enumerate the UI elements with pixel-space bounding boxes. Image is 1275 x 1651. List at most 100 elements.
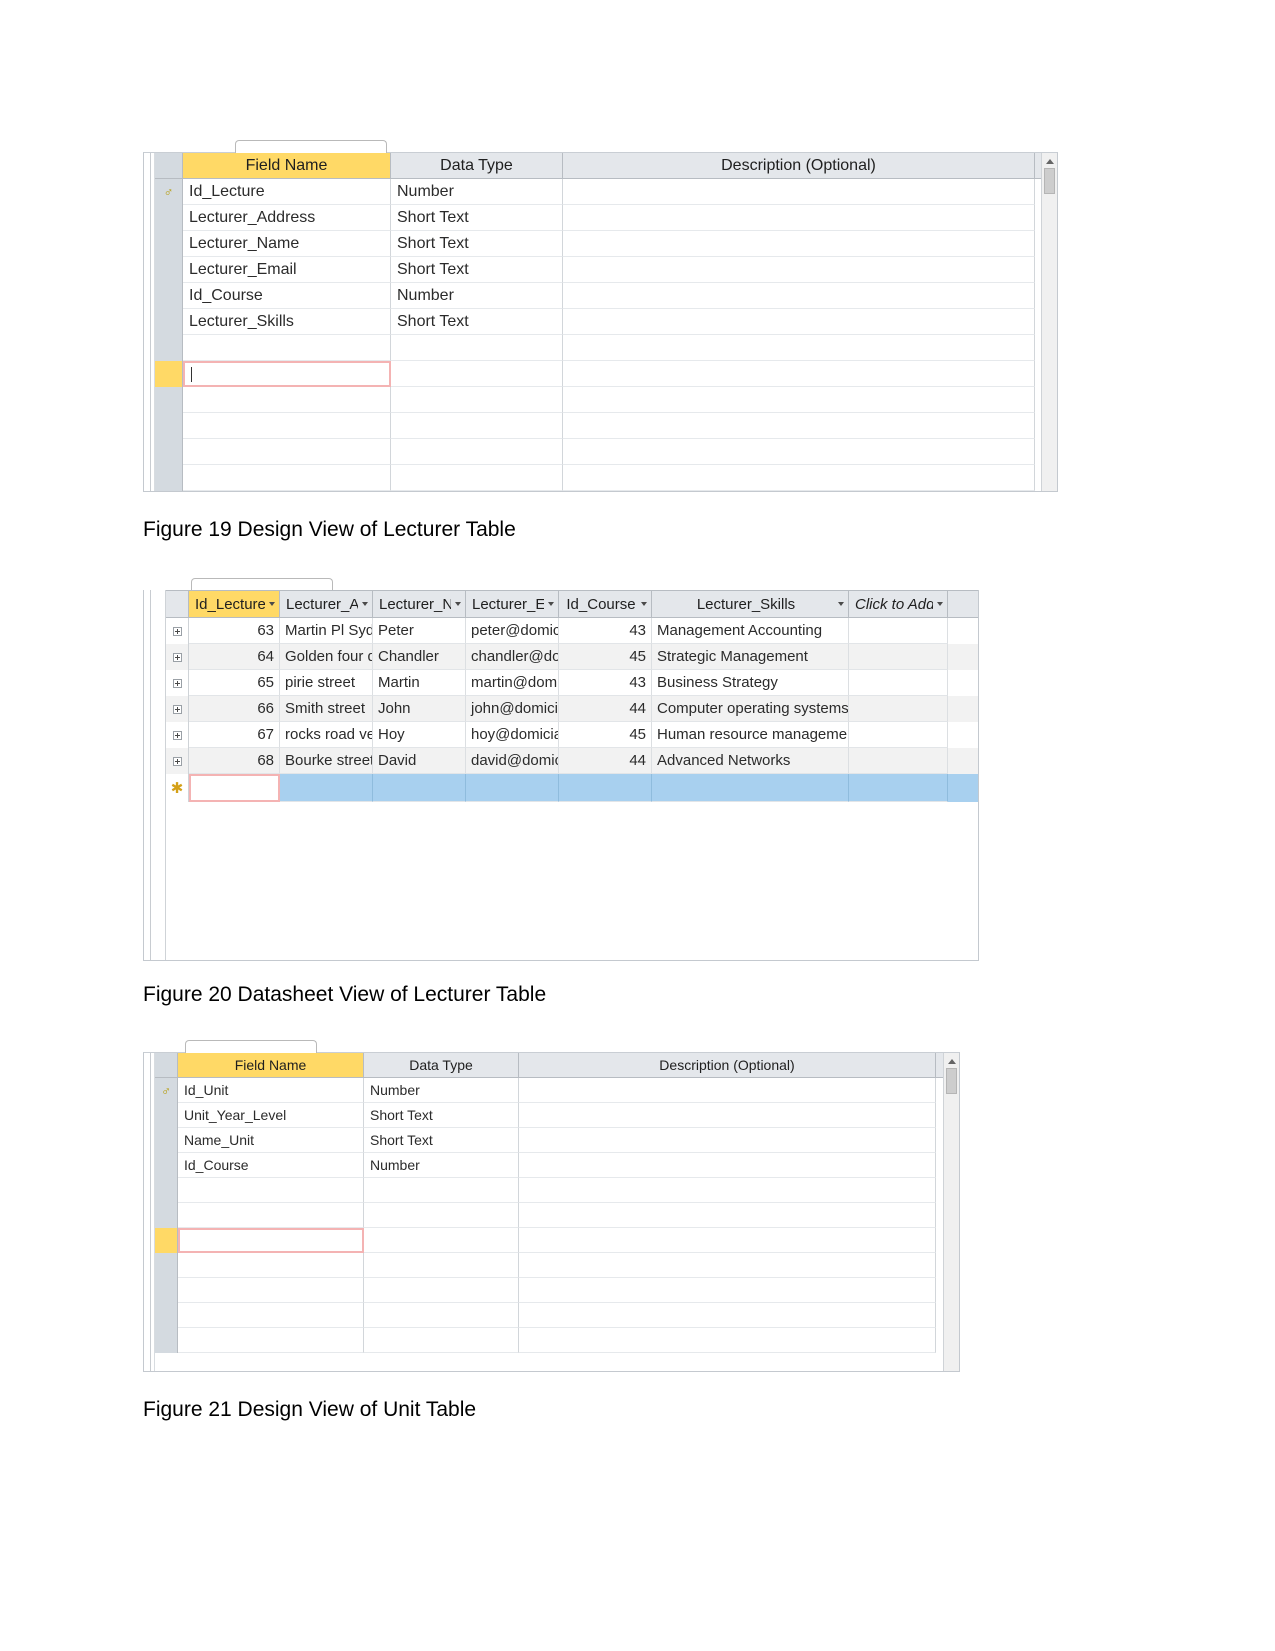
column-header-click-to-add[interactable]: Click to Add xyxy=(849,591,948,617)
design-field-row[interactable]: Lecturer_Address Short Text xyxy=(155,205,1041,232)
data-type-cell[interactable]: Number xyxy=(391,283,563,310)
row-selector[interactable] xyxy=(155,231,183,258)
cell-id-lecture[interactable]: 64 xyxy=(189,644,280,670)
new-record-row[interactable]: ✱ xyxy=(166,774,978,802)
design-empty-row[interactable] xyxy=(155,1303,943,1328)
row-selector[interactable] xyxy=(155,1178,178,1203)
column-header-description[interactable]: Description (Optional) xyxy=(519,1053,936,1077)
field-name-cell[interactable]: Id_Lecture xyxy=(183,179,391,206)
data-type-cell[interactable]: Short Text xyxy=(391,309,563,336)
data-type-cell[interactable] xyxy=(364,1278,519,1303)
row-selector[interactable] xyxy=(155,1253,178,1278)
description-cell[interactable] xyxy=(563,179,1035,206)
cell-lecturer-email[interactable]: david@domici xyxy=(466,748,559,774)
scroll-thumb[interactable] xyxy=(1044,168,1055,194)
field-name-cell[interactable]: Unit_Year_Level xyxy=(178,1103,364,1128)
table-row[interactable]: 68 Bourke street David david@domici 44 A… xyxy=(166,748,978,774)
column-header-description[interactable]: Description (Optional) xyxy=(563,153,1035,179)
field-name-cell[interactable] xyxy=(178,1303,364,1328)
design-empty-row[interactable] xyxy=(155,1178,943,1203)
chevron-down-icon[interactable] xyxy=(362,602,368,606)
cell-id-course[interactable]: 44 xyxy=(559,748,652,774)
column-header-lecturer-skills[interactable]: Lecturer_Skills xyxy=(652,591,849,617)
design-empty-row[interactable] xyxy=(155,465,1041,492)
cell-lecturer-email[interactable]: peter@domici xyxy=(466,618,559,644)
cell-lecturer-skills[interactable]: Management Accounting xyxy=(652,618,849,644)
row-selector[interactable] xyxy=(155,1103,178,1128)
row-selector[interactable]: ♂ xyxy=(155,179,183,206)
cell-id-lecture[interactable]: 65 xyxy=(189,670,280,696)
description-cell[interactable] xyxy=(563,387,1035,414)
cell-id-course[interactable]: 45 xyxy=(559,722,652,748)
row-selector[interactable] xyxy=(155,439,183,466)
design-field-row[interactable]: Id_Course Number xyxy=(155,283,1041,310)
field-name-cell[interactable]: Lecturer_Skills xyxy=(183,309,391,336)
data-type-cell[interactable] xyxy=(364,1203,519,1228)
row-selector[interactable] xyxy=(155,1153,178,1178)
design-active-row[interactable] xyxy=(155,361,1041,388)
row-selector[interactable] xyxy=(166,748,189,774)
field-name-cell[interactable]: Id_Course xyxy=(183,283,391,310)
description-cell[interactable] xyxy=(519,1078,936,1103)
data-type-cell[interactable] xyxy=(391,387,563,414)
design-empty-row[interactable] xyxy=(155,439,1041,466)
data-type-cell[interactable]: Number xyxy=(364,1078,519,1103)
description-cell[interactable] xyxy=(563,257,1035,284)
row-selector-active[interactable] xyxy=(155,1228,178,1253)
design-active-row[interactable] xyxy=(155,1228,943,1253)
column-header-lecturer-email[interactable]: Lecturer_Em xyxy=(466,591,559,617)
field-name-cell[interactable]: Name_Unit xyxy=(178,1128,364,1153)
cell-id-course[interactable]: 43 xyxy=(559,618,652,644)
cell-lecturer-skills[interactable]: Human resource management xyxy=(652,722,849,748)
description-cell[interactable] xyxy=(563,465,1035,492)
description-cell[interactable] xyxy=(519,1328,936,1353)
data-type-cell[interactable]: Short Text xyxy=(364,1103,519,1128)
cell-click-to-add[interactable] xyxy=(849,722,948,748)
field-name-cell[interactable] xyxy=(178,1203,364,1228)
row-selector[interactable] xyxy=(155,1303,178,1328)
chevron-down-icon[interactable] xyxy=(641,602,647,606)
row-selector[interactable] xyxy=(155,413,183,440)
field-name-cell[interactable]: Lecturer_Address xyxy=(183,205,391,232)
design-empty-row[interactable] xyxy=(155,1203,943,1228)
design-field-row[interactable]: Lecturer_Email Short Text xyxy=(155,257,1041,284)
row-selector[interactable] xyxy=(155,335,183,362)
cell-lecturer-name[interactable]: Peter xyxy=(373,618,466,644)
description-cell[interactable] xyxy=(519,1228,936,1253)
design-field-row[interactable]: Id_Course Number xyxy=(155,1153,943,1178)
data-type-cell[interactable] xyxy=(364,1303,519,1328)
expand-row-icon[interactable] xyxy=(172,730,182,740)
description-cell[interactable] xyxy=(519,1278,936,1303)
chevron-down-icon[interactable] xyxy=(838,602,844,606)
description-cell[interactable] xyxy=(519,1103,936,1128)
data-type-cell[interactable]: Short Text xyxy=(391,231,563,258)
cell-lecturer-address[interactable]: Golden four dr xyxy=(280,644,373,670)
expand-row-icon[interactable] xyxy=(172,756,182,766)
description-cell[interactable] xyxy=(519,1128,936,1153)
column-header-id-course[interactable]: Id_Course xyxy=(559,591,652,617)
design-empty-row[interactable] xyxy=(155,413,1041,440)
cell-lecturer-name[interactable]: David xyxy=(373,748,466,774)
design-empty-row[interactable] xyxy=(155,1278,943,1303)
field-name-cell[interactable]: Id_Course xyxy=(178,1153,364,1178)
table-row[interactable]: 65 pirie street Martin martin@domic 43 B… xyxy=(166,670,978,696)
design-field-row[interactable]: ♂ Id_Unit Number xyxy=(155,1078,943,1103)
cell-lecturer-email[interactable]: chandler@dom xyxy=(466,644,559,670)
cell-lecturer-name[interactable]: John xyxy=(373,696,466,722)
table-row[interactable]: 63 Martin Pl Sydn Peter peter@domici 43 … xyxy=(166,618,978,644)
row-selector[interactable] xyxy=(166,696,189,722)
cell-id-lecture[interactable]: 66 xyxy=(189,696,280,722)
design-field-row[interactable]: Unit_Year_Level Short Text xyxy=(155,1103,943,1128)
column-header-lecturer-name[interactable]: Lecturer_Na xyxy=(373,591,466,617)
table-row[interactable]: 64 Golden four dr Chandler chandler@dom … xyxy=(166,644,978,670)
column-header-lecturer-address[interactable]: Lecturer_Ad xyxy=(280,591,373,617)
description-cell[interactable] xyxy=(563,413,1035,440)
cell-lecturer-name[interactable]: Chandler xyxy=(373,644,466,670)
cell-id-lecture[interactable]: 67 xyxy=(189,722,280,748)
cell-lecturer-address[interactable]: rocks road verr xyxy=(280,722,373,748)
design-empty-row[interactable] xyxy=(155,1328,943,1353)
row-selector[interactable] xyxy=(166,618,189,644)
column-header-data-type[interactable]: Data Type xyxy=(364,1053,519,1077)
description-cell[interactable] xyxy=(519,1253,936,1278)
cell-click-to-add[interactable] xyxy=(849,748,948,774)
